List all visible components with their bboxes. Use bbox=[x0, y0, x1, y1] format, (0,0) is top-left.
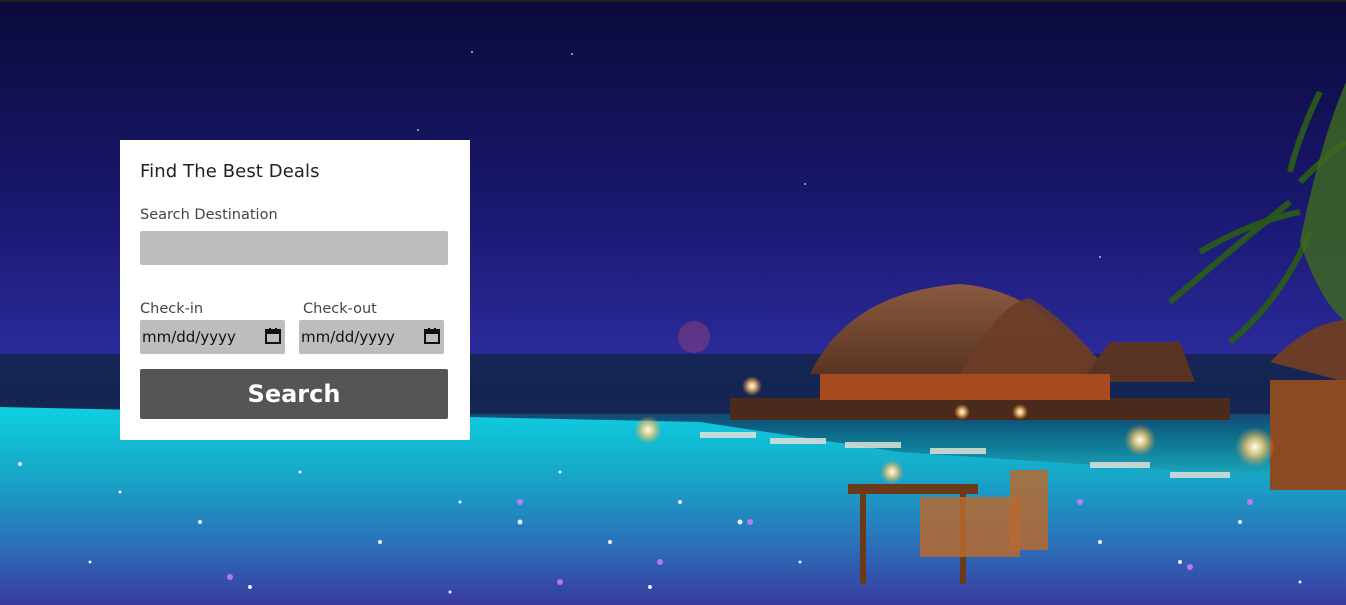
checkout-date-value: mm/dd/yyyy bbox=[301, 328, 395, 346]
checkin-date-input[interactable]: mm/dd/yyyy bbox=[140, 320, 285, 354]
search-button[interactable]: Search bbox=[140, 369, 448, 419]
search-card: Find The Best Deals Search Destination C… bbox=[120, 140, 470, 440]
calendar-icon[interactable] bbox=[423, 327, 441, 345]
destination-input[interactable] bbox=[140, 231, 448, 265]
checkin-date-value: mm/dd/yyyy bbox=[142, 328, 236, 346]
card-title: Find The Best Deals bbox=[140, 161, 320, 182]
checkin-label: Check-in bbox=[140, 301, 204, 317]
destination-label: Search Destination bbox=[140, 207, 278, 223]
checkout-date-input[interactable]: mm/dd/yyyy bbox=[299, 320, 444, 354]
checkout-label: Check-out bbox=[303, 301, 377, 317]
calendar-icon[interactable] bbox=[264, 327, 282, 345]
